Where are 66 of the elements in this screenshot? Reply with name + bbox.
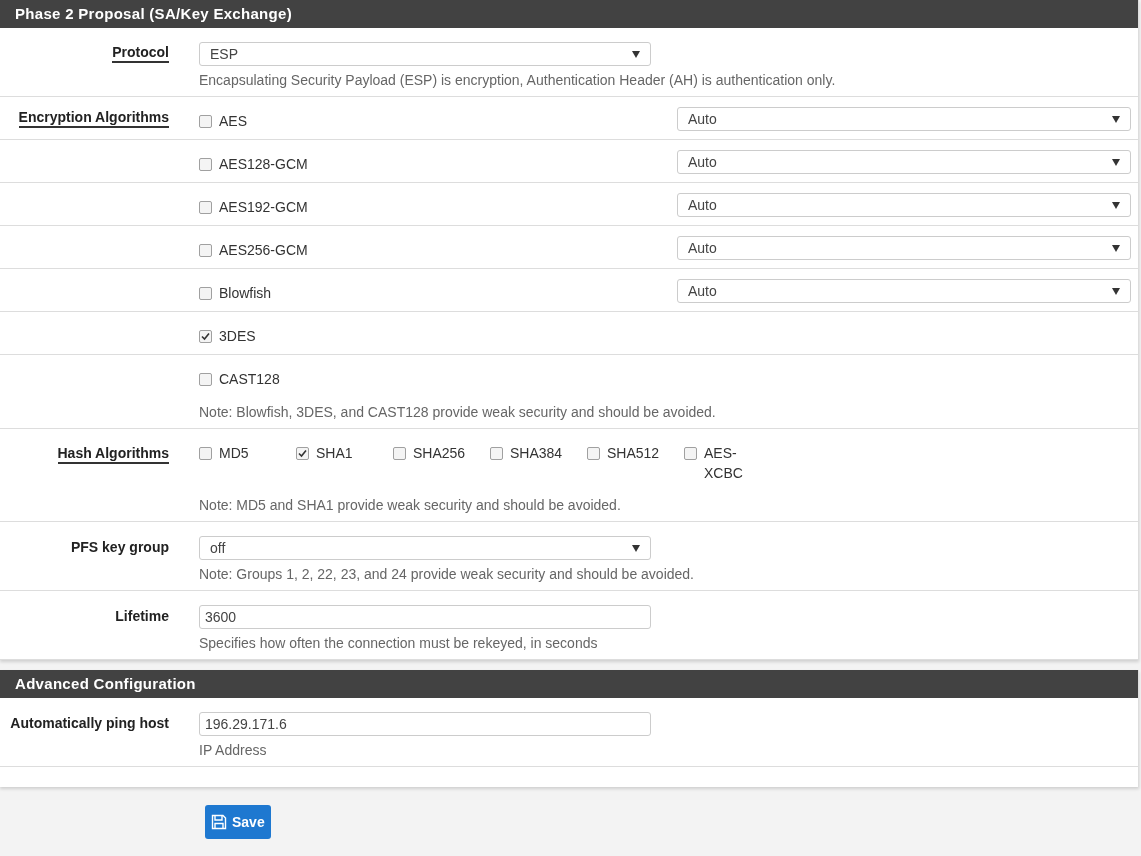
field-label: PFS key group bbox=[70, 538, 169, 557]
algorithm-name: AES bbox=[219, 112, 247, 131]
algorithm-name: 3DES bbox=[219, 327, 256, 346]
dropdown-arrow-icon bbox=[632, 50, 640, 58]
select-field[interactable]: Auto bbox=[677, 107, 1131, 131]
help-text: IP Address bbox=[199, 741, 268, 760]
select-field[interactable]: Auto bbox=[677, 236, 1131, 260]
dropdown-arrow-icon bbox=[1112, 287, 1120, 295]
select-value: Auto bbox=[688, 238, 717, 258]
dropdown-arrow-icon bbox=[632, 544, 640, 552]
select-value: Auto bbox=[688, 152, 717, 172]
text-field[interactable]: 3600 bbox=[199, 605, 651, 629]
checkbox[interactable] bbox=[199, 158, 212, 171]
select-field[interactable]: ESP bbox=[199, 42, 651, 66]
checkbox[interactable] bbox=[684, 447, 697, 460]
algorithm-name: AES256-GCM bbox=[219, 241, 308, 260]
checkbox[interactable] bbox=[199, 373, 212, 386]
hash-option-label: SHA1 bbox=[316, 444, 353, 463]
hash-option-label: SHA256 bbox=[413, 444, 466, 463]
checkbox[interactable] bbox=[199, 447, 212, 460]
help-text: Note: MD5 and SHA1 provide weak security and should be avoided. bbox=[199, 496, 622, 515]
text-field[interactable]: 196.29.171.6 bbox=[199, 712, 651, 736]
select-field[interactable]: Auto bbox=[677, 150, 1131, 174]
checkbox[interactable] bbox=[296, 447, 309, 460]
help-text: Specifies how often the connection must be rekeyed, in seconds bbox=[199, 634, 599, 653]
select-field[interactable]: Auto bbox=[677, 279, 1131, 303]
dropdown-arrow-icon bbox=[1112, 244, 1120, 252]
checkbox[interactable] bbox=[490, 447, 503, 460]
select-field[interactable]: Auto bbox=[677, 193, 1131, 217]
select-field[interactable]: off bbox=[199, 536, 651, 560]
dropdown-arrow-icon bbox=[1112, 201, 1120, 209]
hash-option-label: SHA384 bbox=[510, 444, 563, 463]
algorithm-name: AES192-GCM bbox=[219, 198, 308, 217]
dropdown-arrow-icon bbox=[1112, 115, 1120, 123]
algorithm-name: AES128-GCM bbox=[219, 155, 308, 174]
field-label: Automatically ping host bbox=[10, 714, 169, 733]
help-text: Note: Blowfish, 3DES, and CAST128 provide weak security and should be avoided. bbox=[199, 403, 717, 422]
select-value: Auto bbox=[688, 281, 717, 301]
checkbox[interactable] bbox=[587, 447, 600, 460]
checkbox[interactable] bbox=[199, 244, 212, 257]
hash-option-label: SHA512 bbox=[607, 444, 660, 463]
checkbox[interactable] bbox=[199, 201, 212, 214]
field-label[interactable]: Hash Algorithms bbox=[57, 444, 169, 464]
dropdown-arrow-icon bbox=[1112, 158, 1120, 166]
select-value: off bbox=[210, 538, 226, 558]
help-text: Encapsulating Security Payload (ESP) is encryption, Authentication Header (AH) is authentication only. bbox=[199, 71, 836, 90]
panel-title: Phase 2 Proposal (SA/Key Exchange) bbox=[15, 3, 292, 24]
panel-title: Advanced Configuration bbox=[15, 673, 196, 694]
save-button[interactable]: Save bbox=[205, 805, 271, 839]
field-label[interactable]: Protocol bbox=[112, 43, 169, 63]
field-label[interactable]: Encryption Algorithms bbox=[18, 108, 169, 128]
field-label: Lifetime bbox=[115, 607, 169, 626]
help-text: Note: Groups 1, 2, 22, 23, and 24 provide weak security and should be avoided. bbox=[199, 565, 694, 584]
select-value: Auto bbox=[688, 109, 717, 129]
algorithm-name: Blowfish bbox=[219, 284, 272, 303]
checkmark-icon bbox=[298, 449, 307, 458]
checkmark-icon bbox=[201, 332, 210, 341]
hash-option-label: MD5 bbox=[219, 444, 249, 463]
select-value: Auto bbox=[688, 195, 717, 215]
checkbox[interactable] bbox=[393, 447, 406, 460]
checkbox[interactable] bbox=[199, 115, 212, 128]
checkbox[interactable] bbox=[199, 330, 212, 343]
select-value: ESP bbox=[210, 44, 238, 64]
hash-option-label: AES-XCBC bbox=[704, 444, 744, 483]
algorithm-name: CAST128 bbox=[219, 370, 280, 389]
checkbox[interactable] bbox=[199, 287, 212, 300]
